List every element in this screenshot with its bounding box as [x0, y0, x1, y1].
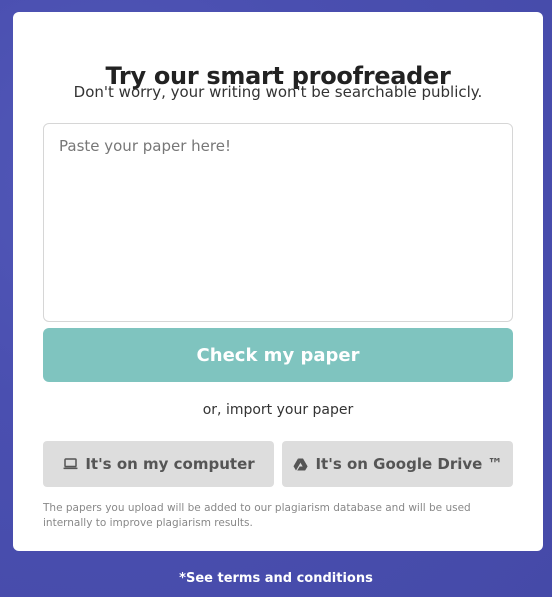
- laptop-icon: [62, 457, 78, 471]
- import-from-google-drive-button[interactable]: It's on Google Drive ™: [282, 441, 513, 487]
- upload-disclaimer: The papers you upload will be added to o…: [43, 502, 471, 529]
- terms-and-conditions-link[interactable]: *See terms and conditions: [0, 571, 552, 586]
- import-from-computer-button[interactable]: It's on my computer: [43, 441, 274, 487]
- check-paper-button[interactable]: Check my paper: [43, 328, 513, 382]
- import-prompt: or, import your paper: [202, 402, 354, 418]
- page-subtitle: Don't worry, your writing won't be searc…: [73, 83, 483, 101]
- paper-text-input[interactable]: [43, 123, 513, 322]
- import-from-google-drive-label: It's on Google Drive ™: [315, 455, 503, 473]
- proofreader-card: Try our smart proofreader Don't worry, y…: [13, 12, 543, 551]
- import-from-computer-label: It's on my computer: [85, 455, 255, 473]
- google-drive-icon: [292, 457, 308, 471]
